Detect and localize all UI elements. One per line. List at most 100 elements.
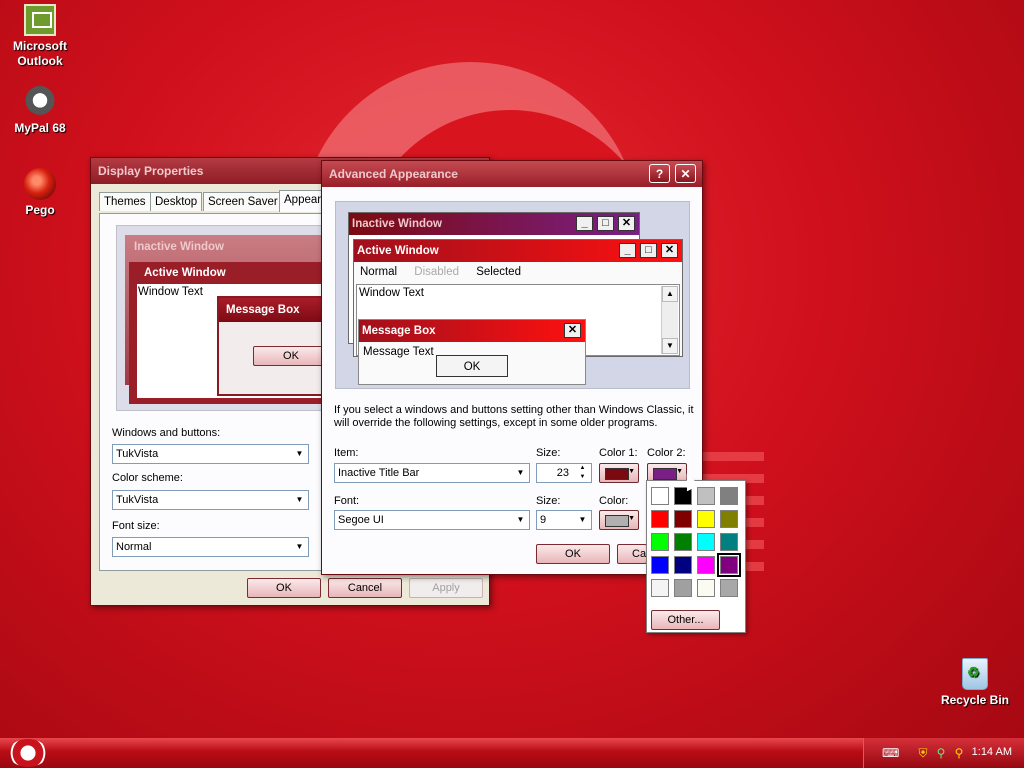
font-size-select[interactable]: 9 ▼ [536, 510, 592, 530]
windows-buttons-select[interactable]: TukVista ▼ [112, 444, 309, 464]
color-swatch[interactable] [674, 510, 692, 528]
preview-inactive-titlebar: Inactive Window _ □ ✕ [349, 213, 639, 235]
maximize-icon: □ [597, 216, 614, 231]
spin-arrows-icon[interactable]: ▲ ▼ [574, 464, 591, 482]
color-scheme-label: Color scheme: [112, 472, 183, 484]
font-color-label: Color: [599, 495, 629, 507]
preview-scrollbar: ▲ ▼ [661, 286, 678, 354]
color1-label: Color 1: [599, 447, 638, 459]
chevron-down-icon: ▼ [295, 542, 304, 551]
minimize-icon: _ [576, 216, 593, 231]
preview-message-box: Message Box ✕ Message Text OK [358, 319, 586, 385]
chevron-down-icon: ▼ [516, 515, 525, 524]
color-scheme-select[interactable]: TukVista ▼ [112, 490, 309, 510]
search-icon[interactable]: ⚲ [952, 746, 966, 760]
windows-buttons-label: Windows and buttons: [112, 427, 221, 439]
preview-window-text: Window Text [359, 287, 424, 299]
font-size-value: 9 [540, 514, 547, 526]
preview-message-box-titlebar: Message Box ✕ [359, 320, 585, 342]
windows-buttons-value: TukVista [116, 448, 159, 460]
clock[interactable]: 1:14 AM [972, 746, 1012, 758]
start-button[interactable] [8, 739, 48, 767]
color-swatch[interactable] [720, 579, 738, 597]
preview-menu-bar: Normal Disabled Selected [354, 262, 682, 282]
color-swatch[interactable] [651, 487, 669, 505]
chevron-down-icon: ▼ [676, 468, 683, 475]
ok-button[interactable]: OK [247, 578, 321, 598]
color-swatch[interactable] [720, 487, 738, 505]
desktop-icon-outlook[interactable]: Microsoft Outlook [0, 4, 80, 69]
color1-swatch [605, 468, 629, 480]
color-swatch[interactable] [651, 579, 669, 597]
desktop-icon-label: Pego [25, 203, 55, 217]
item-label: Item: [334, 447, 359, 459]
color-swatch[interactable] [717, 553, 741, 577]
color-swatch[interactable] [697, 556, 715, 574]
item-size-value: 23 [556, 467, 569, 479]
tab-themes[interactable]: Themes [99, 192, 151, 211]
notice-text: If you select a windows and buttons sett… [334, 404, 694, 429]
item-select[interactable]: Inactive Title Bar ▼ [334, 463, 530, 483]
close-icon: ✕ [618, 216, 635, 231]
chevron-down-icon: ▼ [295, 449, 304, 458]
color-swatch[interactable] [674, 556, 692, 574]
other-color-button[interactable]: Other... [651, 610, 720, 630]
outlook-icon [24, 4, 56, 36]
desktop-icon-label: Outlook [17, 54, 63, 68]
color-swatch[interactable] [651, 510, 669, 528]
scroll-up-icon: ▲ [662, 286, 678, 302]
preview-active-titlebar: Active Window _ □ ✕ [354, 240, 682, 262]
mypal-icon [24, 86, 56, 118]
color-picker-popup: Other... [646, 480, 746, 633]
item-size-stepper[interactable]: 23 ▲ ▼ [536, 463, 592, 483]
keyboard-icon[interactable]: ⌨ [882, 746, 899, 760]
network-icon[interactable]: ⚲ [934, 746, 948, 760]
color-swatch[interactable] [651, 533, 669, 551]
advanced-appearance-titlebar[interactable]: Advanced Appearance ? ✕ [322, 161, 702, 187]
font-select[interactable]: Segoe UI ▼ [334, 510, 530, 530]
recycle-bin-icon [962, 658, 988, 690]
ok-button[interactable]: OK [536, 544, 610, 564]
preview-inactive-title: Inactive Window [352, 218, 442, 230]
chevron-down-icon: ▼ [628, 515, 635, 522]
taskbar: ⌨ ⛨ ⚲ ⚲ 1:14 AM [0, 738, 1024, 768]
color-swatch[interactable] [651, 556, 669, 574]
chevron-down-icon: ▼ [295, 495, 304, 504]
preview-menu-normal: Normal [360, 266, 398, 278]
preview-active-title: Active Window [357, 245, 439, 257]
maximize-icon: □ [640, 243, 657, 258]
color-swatch[interactable] [674, 533, 692, 551]
chevron-down-icon: ▼ [578, 515, 587, 524]
shield-icon[interactable]: ⛨ [916, 746, 930, 760]
font-size-label: Size: [536, 495, 561, 507]
color-swatch[interactable] [674, 579, 692, 597]
color1-button[interactable]: ▼ [599, 463, 639, 483]
color-scheme-value: TukVista [116, 494, 159, 506]
advanced-preview: Inactive Window _ □ ✕ Active Window _ □ … [335, 201, 690, 389]
color2-label: Color 2: [647, 447, 686, 459]
color-swatch[interactable] [697, 579, 715, 597]
desktop-icon-label: Recycle Bin [940, 693, 1010, 707]
font-color-button[interactable]: ▼ [599, 510, 639, 530]
desktop-icon-recycle-bin[interactable]: Recycle Bin [935, 658, 1015, 708]
cancel-button[interactable]: Cancel [328, 578, 402, 598]
tab-screen-saver[interactable]: Screen Saver [203, 192, 283, 211]
color-swatch[interactable] [720, 510, 738, 528]
help-button[interactable]: ? [649, 164, 670, 183]
color-swatch[interactable] [697, 510, 715, 528]
font-size-select[interactable]: Normal ▼ [112, 537, 309, 557]
color2-swatch [653, 468, 677, 480]
window-title: Display Properties [98, 164, 204, 178]
color-swatch[interactable] [697, 533, 715, 551]
tab-desktop[interactable]: Desktop [150, 192, 203, 211]
desktop-icon-mypal[interactable]: MyPal 68 [0, 86, 80, 136]
font-size-label: Font size: [112, 520, 160, 532]
cancel-button[interactable]: Ca [617, 544, 647, 564]
desktop-icon-pego[interactable]: Pego [0, 168, 80, 218]
close-icon: ✕ [564, 323, 581, 338]
preview-menu-selected: Selected [476, 266, 521, 278]
color-swatch[interactable] [720, 533, 738, 551]
close-button[interactable]: ✕ [675, 164, 696, 183]
apply-button[interactable]: Apply [409, 578, 483, 598]
color-swatch[interactable] [697, 487, 715, 505]
